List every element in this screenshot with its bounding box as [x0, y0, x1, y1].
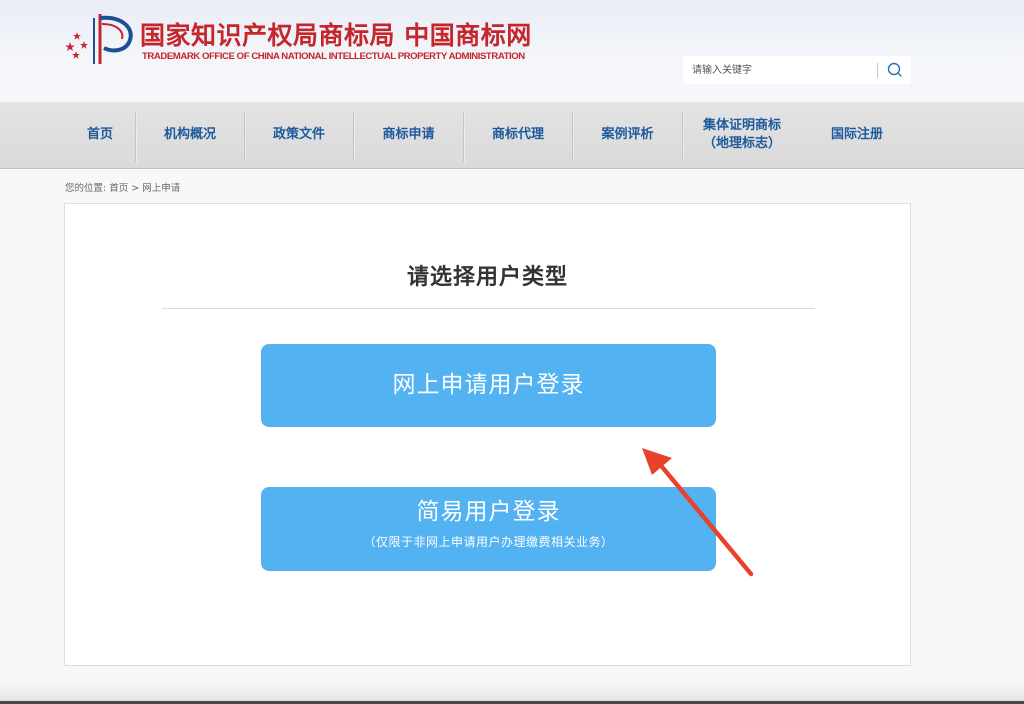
nav-item-agency[interactable]: 商标代理	[464, 102, 572, 168]
nav-item-collective-marks[interactable]: 集体证明商标 （地理标志）	[683, 102, 801, 168]
search-input[interactable]	[683, 56, 873, 84]
nav-item-label: 机构概况	[163, 127, 216, 142]
page-title: 请选择用户类型	[406, 265, 568, 290]
simple-user-login-button[interactable]: 简易用户登录 （仅限于非网上申请用户办理缴费相关业务）	[261, 487, 716, 571]
search-divider	[877, 63, 878, 78]
site-title: 国家知识产权局商标局 中国商标网	[140, 21, 532, 50]
online-application-login-button[interactable]: 网上申请用户登录	[261, 344, 716, 427]
site-header: 国家知识产权局商标局 中国商标网 TRADEMARK OFFICE OF CHI…	[0, 0, 1024, 102]
nav-item-label: 商标申请	[382, 127, 435, 142]
nav-item-label: 首页	[86, 127, 113, 142]
breadcrumb-separator: >	[131, 183, 140, 194]
breadcrumb: 您的位置: 首页 > 网上申请	[65, 180, 180, 194]
search-icon	[887, 62, 902, 77]
search-button[interactable]	[882, 58, 908, 82]
breadcrumb-current: 网上申请	[142, 183, 181, 194]
nav-item-label-secondary: （地理标志）	[702, 136, 781, 151]
breadcrumb-home-link[interactable]: 首页	[109, 183, 128, 194]
nav-item-cases[interactable]: 案例评析	[573, 102, 682, 168]
main-nav: 首页 机构概况 政策文件 商标申请 商标代理 案例评析 集体证明商标 （地理标志…	[0, 102, 1024, 169]
nav-item-label: 政策文件	[272, 127, 325, 142]
nav-item-label: 商标代理	[491, 127, 544, 142]
site-logo[interactable]: 国家知识产权局商标局 中国商标网 TRADEMARK OFFICE OF CHI…	[62, 12, 562, 68]
cnipa-emblem-icon	[65, 14, 133, 64]
simple-login-label: 简易用户登录	[416, 499, 561, 525]
breadcrumb-prefix: 您的位置:	[65, 183, 107, 194]
nav-item-label: 案例评析	[601, 127, 654, 142]
search-box	[683, 56, 911, 84]
user-type-panel: 请选择用户类型 网上申请用户登录 简易用户登录 （仅限于非网上申请用户办理缴费相…	[64, 203, 911, 666]
site-subtitle: TRADEMARK OFFICE OF CHINA NATIONAL INTEL…	[142, 51, 525, 62]
title-divider	[162, 308, 815, 309]
online-login-label: 网上申请用户登录	[392, 372, 585, 398]
nav-item-policy[interactable]: 政策文件	[245, 102, 353, 168]
simple-login-note: （仅限于非网上申请用户办理缴费相关业务）	[363, 535, 614, 549]
nav-item-label: 国际注册	[830, 127, 883, 142]
nav-item-international[interactable]: 国际注册	[806, 102, 908, 168]
nav-item-label: 集体证明商标	[702, 118, 781, 133]
nav-item-home[interactable]: 首页	[65, 102, 135, 168]
nav-item-about[interactable]: 机构概况	[136, 102, 244, 168]
nav-item-application[interactable]: 商标申请	[354, 102, 463, 168]
